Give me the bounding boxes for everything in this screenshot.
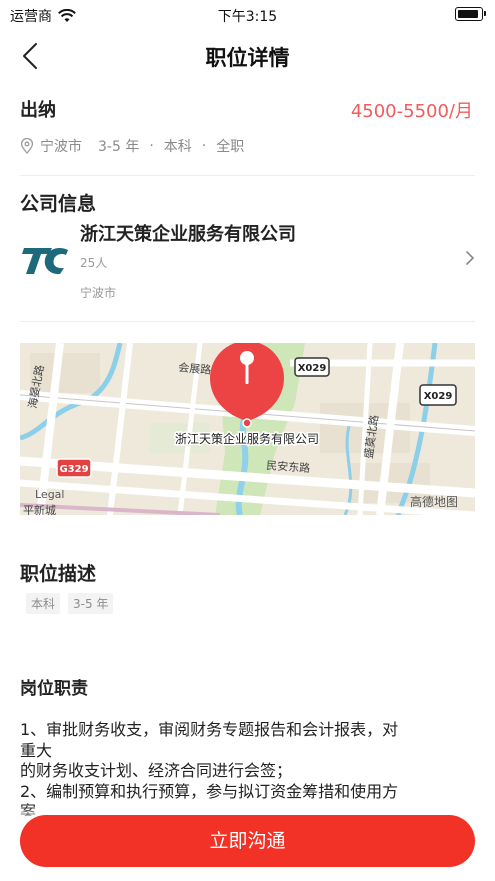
svg-text:X029: X029 bbox=[298, 363, 327, 374]
status-bar: 运营商 下午3:15 bbox=[0, 0, 495, 30]
meta-separator: · bbox=[149, 138, 154, 154]
location-pin-icon bbox=[20, 138, 34, 154]
job-title: 出纳 bbox=[20, 100, 56, 121]
clock: 下午3:15 bbox=[217, 9, 278, 25]
salary: 4500-5500/月 bbox=[350, 101, 473, 122]
description-heading: 职位描述 bbox=[20, 563, 97, 585]
job-type: 全职 bbox=[216, 139, 245, 155]
duty-line: 2、编制预算和执行预算，参与拟订资金筹措和使用方 bbox=[20, 781, 399, 801]
map-attribution: 高德地图 bbox=[410, 494, 458, 509]
tag-education: 本科 bbox=[26, 593, 61, 614]
battery-icon bbox=[455, 7, 486, 21]
duty-line: 1、审批财务收支，审阅财务专题报告和会计报表，对 bbox=[20, 720, 399, 739]
map-legal-link: Legal bbox=[35, 488, 64, 501]
map-canvas: 会展路 民安东路 海晏北路 盛莫北路 X029 X029 G329 浙江天策企业… bbox=[20, 343, 475, 515]
company-map[interactable]: 会展路 民安东路 海晏北路 盛莫北路 X029 X029 G329 浙江天策企业… bbox=[20, 343, 475, 515]
page-title: 职位详情 bbox=[205, 46, 290, 70]
divider bbox=[20, 321, 475, 322]
duties-heading: 岗位职责 bbox=[20, 679, 88, 699]
company-logo bbox=[22, 248, 68, 275]
company-card[interactable]: 浙江天策企业服务有限公司 25人 宁波市 bbox=[0, 214, 495, 310]
tag-experience: 3-5 年 bbox=[68, 593, 114, 614]
chevron-left-icon bbox=[23, 43, 37, 69]
route-badge: X029 bbox=[294, 357, 330, 377]
meta-separator: · bbox=[201, 138, 207, 154]
company-section-heading: 公司信息 bbox=[20, 193, 97, 215]
map-pin-label: 浙江天策企业服务有限公司 bbox=[175, 431, 319, 446]
map-corner-label: 平新城 bbox=[23, 503, 56, 515]
company-name: 浙江天策企业服务有限公司 bbox=[80, 224, 296, 245]
job-meta: 宁波市 3-5 年 · 本科 · 全职 bbox=[20, 136, 244, 156]
job-experience: 3-5 年 bbox=[98, 139, 140, 155]
job-city: 宁波市 bbox=[40, 139, 82, 155]
company-size: 25人 bbox=[80, 256, 108, 270]
chevron-right-icon bbox=[466, 251, 475, 265]
duties-text: 1、审批财务收支，审阅财务专题报告和会计报表，对 重大 的财务收支计划、经济合同… bbox=[20, 720, 475, 816]
svg-text:G329: G329 bbox=[59, 464, 88, 475]
duty-line: 重大 bbox=[20, 740, 53, 760]
divider bbox=[20, 175, 475, 176]
chat-now-button[interactable]: 立即沟通 bbox=[20, 815, 475, 867]
svg-text:X029: X029 bbox=[424, 391, 453, 402]
tag-list: 本科 3-5 年 bbox=[26, 593, 114, 614]
route-badge: X029 bbox=[419, 384, 457, 406]
company-city: 宁波市 bbox=[80, 286, 117, 300]
route-badge: G329 bbox=[56, 458, 92, 478]
nav-bar: 职位详情 bbox=[0, 34, 495, 78]
duty-line: 的财务收支计划、经济合同进行会签； bbox=[20, 761, 293, 780]
job-education: 本科 bbox=[163, 139, 192, 155]
back-button[interactable] bbox=[16, 40, 48, 72]
